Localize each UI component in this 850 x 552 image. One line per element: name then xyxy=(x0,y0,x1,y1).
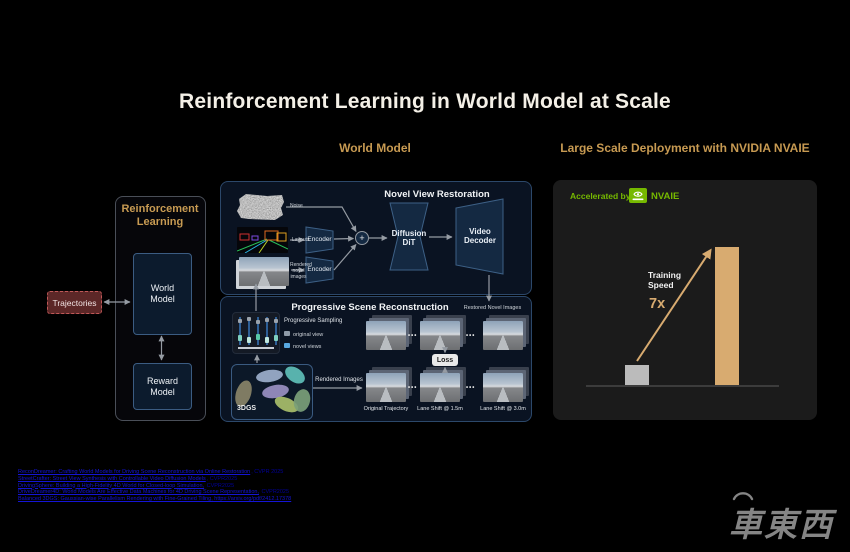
restored-image-stack-2 xyxy=(420,321,460,350)
section-header-world-model: World Model xyxy=(275,141,475,155)
original-view-icon xyxy=(284,331,290,336)
restored-image-stack-3 xyxy=(483,321,523,350)
legend-novel-views: novel views xyxy=(284,343,321,350)
reference-link[interactable]: StreetCrafter: Street View Synthesis wit… xyxy=(18,476,206,482)
rendered-image-stack-2 xyxy=(420,373,460,402)
section-header-deployment: Large Scale Deployment with NVIDIA NVAIE xyxy=(554,141,816,155)
rendered-image-stack-1 xyxy=(366,373,406,402)
legend-original-label: original view xyxy=(293,332,323,338)
reference-links: ReconDreamer: Crafting World Models for … xyxy=(18,469,292,503)
rendered-image-stack-3 xyxy=(483,373,523,402)
loss-box: Loss xyxy=(432,354,458,366)
encoder-bottom-label: Encoder xyxy=(306,266,333,273)
training-speed-label: Training Speed xyxy=(648,271,694,291)
rl-panel-title: Reinforcement Learning xyxy=(116,203,204,228)
reference-link[interactable]: ReconDreamer: Crafting World Models for … xyxy=(18,469,250,475)
reference-venue: , CVPR2025 xyxy=(207,476,238,482)
loss-label: Loss xyxy=(437,357,453,364)
legend-novel-label: novel views xyxy=(293,344,321,350)
noise-label: Noise xyxy=(290,203,303,209)
gaussian-ellipse xyxy=(282,364,308,387)
rendered-novel-images-label: Rendered novel images xyxy=(290,262,307,280)
legend-original-view: original view xyxy=(284,331,323,338)
ellipsis-dots: ••• xyxy=(408,385,417,391)
slide: Reinforcement Learning in World Model at… xyxy=(0,0,850,552)
watermark-arc-icon xyxy=(731,489,755,501)
encoder-top-label: Encoder xyxy=(306,236,333,243)
world-model-box: World Model xyxy=(133,253,192,335)
nvidia-logo-icon xyxy=(629,188,647,203)
page-title: Reinforcement Learning in World Model at… xyxy=(0,90,850,114)
3dgs-label: 3DGS xyxy=(237,405,256,412)
trajectories-label: Trajectories xyxy=(52,298,96,308)
novel-views-icon xyxy=(284,343,290,348)
world-model-label: World Model xyxy=(144,283,182,305)
rendered-novel-images-input xyxy=(239,257,289,286)
nvr-title: Novel View Restoration xyxy=(347,189,527,200)
diffusion-dit-label: Diffusion DiT xyxy=(389,229,429,247)
rendered-images-label: Rendered Images xyxy=(308,377,370,383)
nvaie-panel xyxy=(553,180,817,420)
lane-shift-1-5-label: Lane Shift @ 1.5m xyxy=(408,406,472,412)
watermark-text: 車東西 xyxy=(729,506,834,543)
reward-model-label: Reward Model xyxy=(142,376,184,398)
watermark-logo: 車東西 xyxy=(729,498,834,546)
gaussian-ellipse xyxy=(255,368,283,384)
ellipsis-dots: ••• xyxy=(466,333,475,339)
reference-link[interactable]: DrivingSphere: Building a High-Fidelity … xyxy=(18,483,204,489)
noise-image xyxy=(237,194,284,220)
ellipsis-dots: ••• xyxy=(466,385,475,391)
accelerated-by-label: Accelerated by xyxy=(570,191,630,201)
accelerated-bar xyxy=(715,247,739,386)
psr-title: Progressive Scene Reconstruction xyxy=(280,302,460,313)
layouts-image xyxy=(237,227,288,253)
reference-link[interactable]: DriveDreamer4D: World Models Are Effecti… xyxy=(18,489,259,495)
speedup-multiplier: 7x xyxy=(649,296,665,312)
reference-venue: CVPR2025 xyxy=(205,483,234,489)
baseline-bar xyxy=(625,365,649,386)
reward-model-box: Reward Model xyxy=(133,363,192,410)
merge-plus-symbol: + xyxy=(356,232,368,244)
video-decoder-label: Video Decoder xyxy=(462,227,498,245)
reference-link[interactable]: Balanced 3DGS: Gaussian-wise Parallelism… xyxy=(18,496,291,502)
restored-image-stack-1 xyxy=(366,321,406,350)
reference-venue: CVPR2025 xyxy=(260,489,289,495)
progressive-sampling-label: Progressive Sampling xyxy=(284,318,342,324)
lane-shift-3-0-label: Lane Shift @ 3.0m xyxy=(471,406,535,412)
progressive-sampling-widget xyxy=(232,312,280,354)
trajectories-box: Trajectories xyxy=(47,291,102,314)
restored-novel-images-label: Restored Novel Images xyxy=(455,305,530,312)
nvaie-brand-label: NVAIE xyxy=(651,191,679,202)
reference-venue: , CVPR 2025 xyxy=(251,469,283,475)
ellipsis-dots: ••• xyxy=(408,333,417,339)
